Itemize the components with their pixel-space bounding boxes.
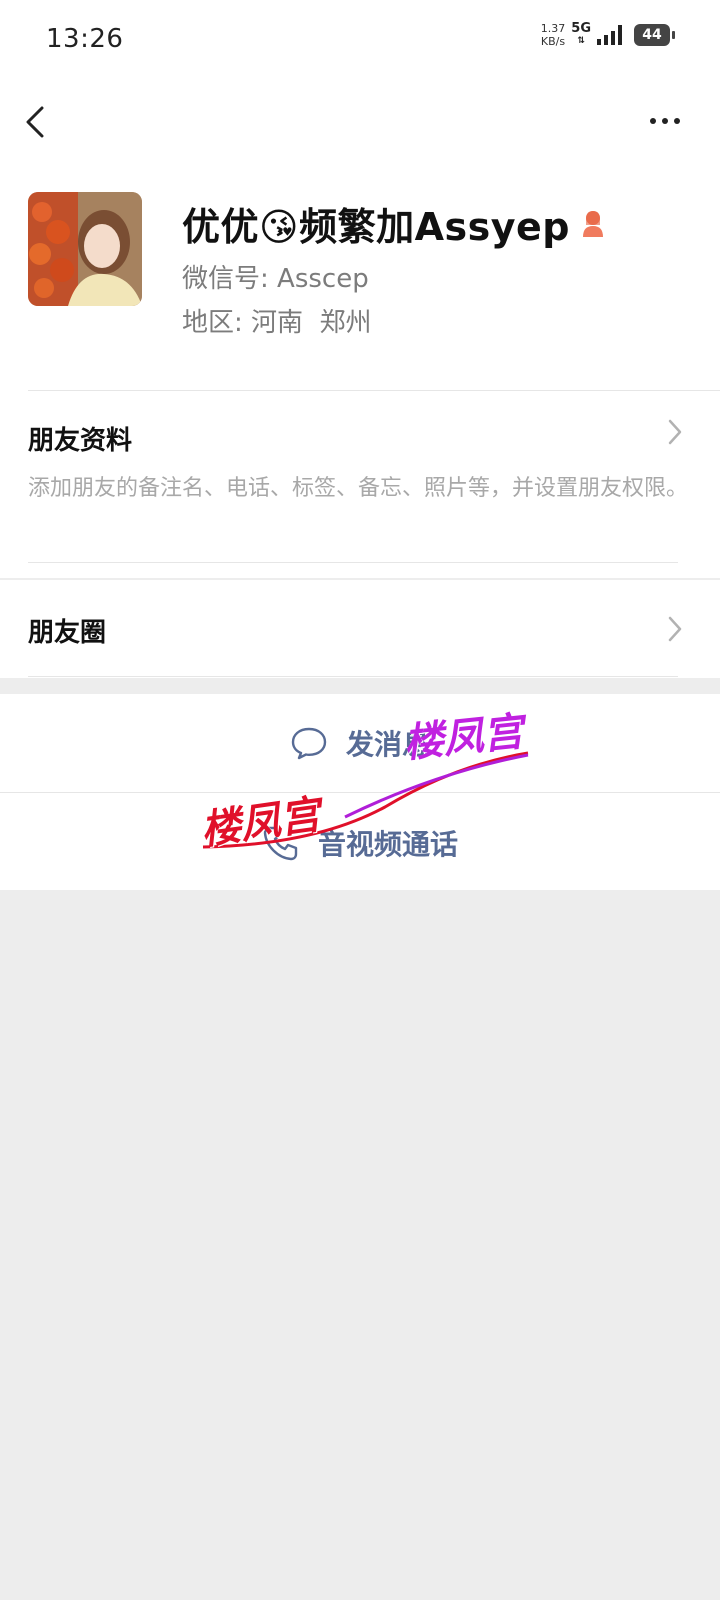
back-button[interactable] xyxy=(20,102,60,142)
region: 地区: 河南 郑州 xyxy=(182,302,372,339)
net-speed: 1.37 KB/s xyxy=(541,22,566,48)
signal-icon xyxy=(597,25,622,45)
divider xyxy=(28,390,720,391)
female-icon xyxy=(583,210,604,237)
more-dot xyxy=(674,118,680,124)
profile-name-row: 优优😘频繁加Assyep xyxy=(182,196,606,251)
status-time: 13:26 xyxy=(46,24,124,54)
profile-name: 优优😘频繁加Assyep xyxy=(182,205,571,249)
network-type: 5G ⇅ xyxy=(571,22,591,48)
more-button[interactable] xyxy=(640,104,690,138)
battery-level: 44 xyxy=(642,27,662,43)
friend-info-description: 添加朋友的备注名、电话、标签、备忘、照片等，并设置朋友权限。 xyxy=(28,476,689,501)
divider xyxy=(28,676,678,677)
avatar[interactable] xyxy=(28,192,142,306)
chevron-right-icon xyxy=(668,419,682,445)
more-dot xyxy=(650,118,656,124)
divider xyxy=(28,562,678,563)
moments-row[interactable]: 朋友圈 xyxy=(0,580,720,678)
wechat-id: 微信号: Asscep xyxy=(182,258,369,295)
avatar-image xyxy=(28,192,142,306)
chevron-right-icon xyxy=(668,616,682,642)
wechat-id-label: 微信号: xyxy=(182,264,269,294)
net-speed-unit: KB/s xyxy=(540,35,566,48)
wechat-id-value: Asscep xyxy=(277,264,369,294)
region-label: 地区: xyxy=(182,308,243,338)
net-speed-value: 1.37 xyxy=(540,22,566,35)
network-label: 5G xyxy=(571,21,591,36)
moments-title: 朋友圈 xyxy=(28,618,107,648)
chevron-left-icon xyxy=(26,106,44,138)
data-arrows-icon: ⇅ xyxy=(577,36,585,46)
status-indicators: 1.37 KB/s 5G ⇅ 44 xyxy=(541,22,675,48)
more-dot xyxy=(662,118,668,124)
friend-info-title: 朋友资料 xyxy=(28,426,133,456)
region-value: 河南 郑州 xyxy=(251,308,372,338)
battery-icon: 44 xyxy=(634,24,675,46)
